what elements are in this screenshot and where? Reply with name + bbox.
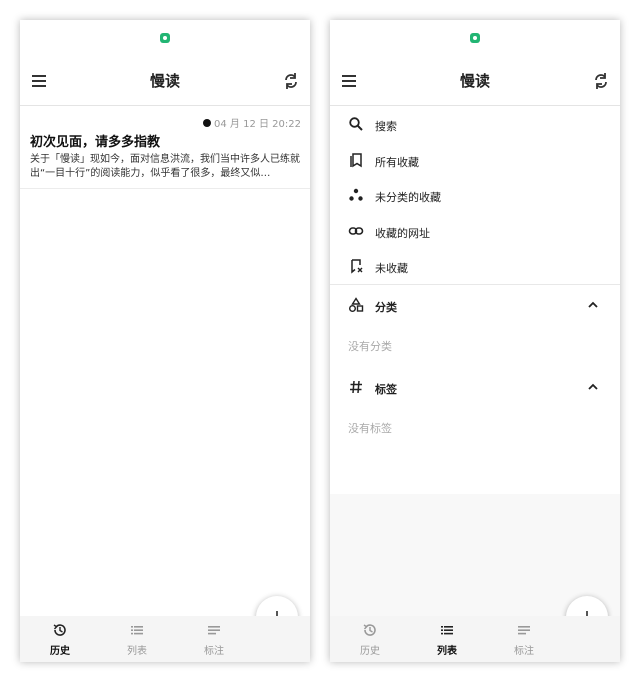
link-icon — [348, 226, 364, 235]
sync-button[interactable] — [588, 68, 614, 94]
categories-empty: 没有分类 — [348, 340, 392, 353]
bookmark-off-icon — [351, 259, 363, 274]
app-status-icon — [160, 33, 170, 43]
history-icon — [53, 624, 66, 636]
tab-notes[interactable]: 标注 — [174, 622, 254, 657]
notes-icon — [208, 626, 220, 635]
notes-icon — [518, 626, 530, 635]
app-status-icon — [470, 33, 480, 43]
hash-icon — [350, 380, 362, 394]
sync-icon — [285, 73, 297, 89]
drawer-item-not-saved[interactable]: 未收藏 — [330, 249, 620, 285]
tab-notes[interactable]: 标注 — [484, 622, 564, 657]
drawer-item-saved-links[interactable]: 收藏的网址 — [330, 214, 620, 250]
drawer-menu: 搜索 所有收藏 未分类的收藏 收藏的网址 未收藏 — [330, 107, 620, 285]
app-title: 慢读 — [459, 72, 490, 90]
tab-list[interactable]: 列表 — [97, 622, 177, 657]
app-title: 慢读 — [149, 72, 180, 90]
drawer-screen: 慢读 搜索 所有收藏 未分类的收藏 收藏的网址 未收藏 分类 没有分类 标签 没… — [330, 20, 620, 662]
drawer-item-label: 所有收藏 — [375, 155, 419, 169]
article-date: 04 月 12 日 20:22 — [214, 119, 301, 130]
drawer-item-search[interactable]: 搜索 — [330, 107, 620, 143]
categories-header[interactable]: 分类 — [330, 285, 620, 325]
tab-list-label: 列表 — [127, 646, 147, 657]
drawer-item-label: 未分类的收藏 — [375, 191, 441, 204]
tab-notes-label: 标注 — [204, 646, 224, 657]
shapes-icon — [349, 297, 364, 312]
unread-dot-icon — [203, 119, 212, 127]
tags-header[interactable]: 标签 — [330, 367, 620, 407]
scatter-dots-icon — [349, 188, 363, 201]
app-bar: 慢读 — [20, 56, 310, 106]
tab-notes-label: 标注 — [514, 646, 534, 657]
tab-history-label: 历史 — [360, 646, 380, 657]
drawer-item-uncategorized[interactable]: 未分类的收藏 — [330, 178, 620, 214]
categories-label: 分类 — [375, 301, 397, 314]
drawer-item-label: 收藏的网址 — [375, 226, 430, 240]
status-bar — [20, 20, 310, 56]
tab-history[interactable]: 历史 — [20, 622, 100, 657]
tab-history-label: 历史 — [50, 646, 70, 657]
tab-list-label: 列表 — [437, 646, 457, 657]
search-icon — [349, 117, 363, 131]
tab-history[interactable]: 历史 — [330, 622, 410, 657]
history-screen: 慢读 04 月 12 日 20:22 初次见面，请多多指教 关于「慢读」现如今，… — [20, 20, 310, 662]
drawer-item-all-bookmarks[interactable]: 所有收藏 — [330, 143, 620, 179]
history-icon — [363, 624, 376, 636]
article-excerpt: 关于「慢读」现如今，面对信息洪流，我们当中许多人已练就出“一目十行”的阅读能力，… — [30, 154, 300, 179]
article-card[interactable]: 04 月 12 日 20:22 初次见面，请多多指教 关于「慢读」现如今，面对信… — [20, 107, 310, 189]
list-icon — [131, 626, 143, 635]
sync-button[interactable] — [278, 68, 304, 94]
tags-empty: 没有标签 — [348, 422, 392, 435]
bottom-nav: 历史 列表 标注 — [20, 616, 310, 662]
drawer-item-label: 未收藏 — [375, 262, 408, 275]
article-meta: 04 月 12 日 20:22 — [203, 115, 301, 130]
bottom-nav: 历史 列表 标注 — [330, 616, 620, 662]
sync-icon — [595, 73, 607, 89]
drawer-item-label: 搜索 — [375, 120, 397, 133]
chevron-up-icon — [588, 383, 598, 390]
chevron-up-icon — [588, 301, 598, 308]
status-bar — [330, 20, 620, 56]
tags-label: 标签 — [375, 383, 397, 396]
tab-list[interactable]: 列表 — [407, 622, 487, 657]
bookmarks-icon — [350, 152, 362, 167]
list-icon — [441, 626, 453, 635]
article-title: 初次见面，请多多指教 — [30, 135, 161, 150]
app-bar: 慢读 — [330, 56, 620, 106]
